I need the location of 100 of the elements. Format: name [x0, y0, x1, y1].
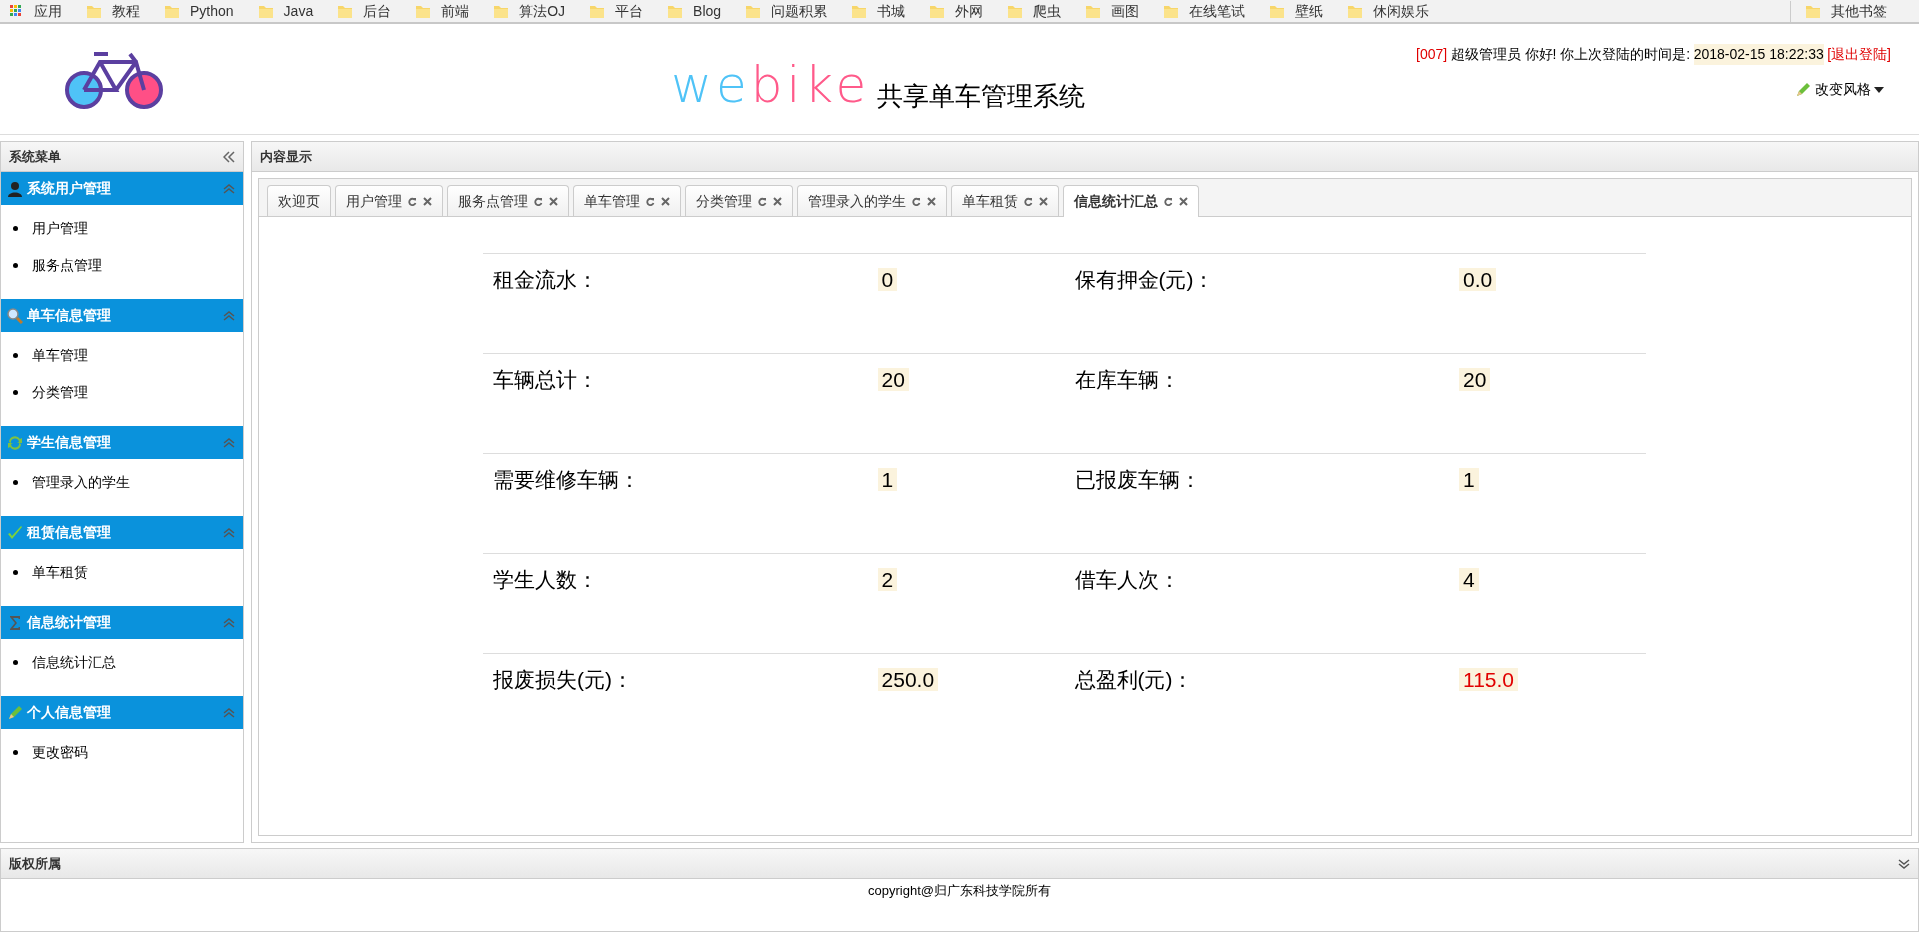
caret-icon	[1874, 86, 1884, 93]
stat-label: 车辆总计：	[492, 367, 599, 393]
folder-icon	[1163, 3, 1180, 19]
refresh-icon	[7, 434, 23, 451]
folder-icon	[164, 3, 180, 19]
close-icon[interactable]	[661, 196, 670, 206]
stat-value: 250.0	[877, 668, 939, 691]
refresh-icon[interactable]	[646, 196, 655, 206]
bookmark[interactable]: 后台	[337, 0, 392, 22]
tab[interactable]: 欢迎页	[267, 185, 331, 216]
tab[interactable]: 信息统计汇总	[1063, 185, 1199, 217]
bookmark[interactable]: 画图	[1085, 0, 1140, 22]
bookmark[interactable]: 壁纸	[1269, 0, 1324, 22]
bookmark[interactable]: 算法OJ	[493, 0, 566, 22]
close-icon[interactable]	[549, 196, 558, 206]
collapse-sidebar-icon[interactable]	[223, 150, 235, 163]
menu-item[interactable]: 更改密码	[32, 743, 88, 761]
menu-item[interactable]: 服务点管理	[32, 256, 102, 274]
close-icon[interactable]	[927, 196, 936, 206]
refresh-icon[interactable]	[1024, 196, 1033, 206]
close-icon[interactable]	[423, 196, 432, 206]
bullet-icon	[13, 480, 18, 485]
search-icon	[7, 307, 23, 324]
stat-value: 115.0	[1459, 668, 1519, 691]
menu-item[interactable]: 单车管理	[32, 346, 88, 364]
folder-icon	[1805, 3, 1821, 19]
tab[interactable]: 单车租赁	[951, 185, 1059, 216]
bookmark[interactable]: 休闲娱乐	[1347, 0, 1430, 22]
refresh-icon[interactable]	[408, 196, 417, 206]
folder-icon	[851, 3, 868, 19]
theme-menu[interactable]: 改变风格	[1795, 79, 1884, 100]
theme-menu-label: 改变风格	[1814, 80, 1871, 99]
close-icon[interactable]	[773, 196, 782, 206]
refresh-icon[interactable]	[758, 196, 767, 206]
folder-icon	[929, 3, 946, 19]
system-title: 共享单车管理系统	[877, 79, 1086, 113]
pencil-icon	[7, 704, 23, 721]
folder-icon	[493, 3, 510, 19]
stat-value: 1	[1459, 468, 1479, 491]
stat-value: 20	[1459, 368, 1491, 391]
bookmark[interactable]: Python	[164, 0, 234, 22]
bookmark[interactable]: 教程	[86, 0, 140, 22]
tab[interactable]: 服务点管理	[447, 185, 569, 216]
folder-icon	[257, 3, 274, 19]
folder-icon	[1269, 3, 1286, 19]
menu-item[interactable]: 信息统计汇总	[32, 653, 116, 671]
bullet-icon	[13, 570, 18, 575]
stat-label: 需要维修车辆：	[492, 467, 641, 493]
tab[interactable]: 单车管理	[573, 185, 681, 216]
stat-label: 借车人次：	[1073, 567, 1181, 593]
bookmark[interactable]: 其他书签	[1790, 0, 1887, 22]
bookmark[interactable]: Blog	[667, 0, 722, 22]
bullet-icon	[13, 226, 18, 231]
stat-value: 2	[877, 568, 898, 591]
folder-icon	[667, 3, 684, 19]
folder-icon	[1347, 3, 1364, 19]
menu-item[interactable]: 用户管理	[32, 219, 88, 237]
sigma-icon	[7, 614, 23, 631]
menu-item[interactable]: 管理录入的学生	[32, 473, 130, 491]
user-icon	[7, 180, 23, 197]
bookmark[interactable]: 问题积累	[745, 0, 828, 22]
folder-icon	[337, 3, 354, 19]
bookmark[interactable]: Java	[257, 0, 314, 22]
greeting-text: 超级管理员 你好! 你上次登陆的时间是:	[1450, 45, 1691, 64]
tab[interactable]: 用户管理	[335, 185, 443, 216]
folder-icon	[415, 3, 432, 19]
bookmark[interactable]: 爬虫	[1007, 0, 1062, 22]
bookmark[interactable]: 书城	[851, 0, 906, 22]
bookmark[interactable]: 应用	[8, 0, 62, 22]
bookmark[interactable]: 外网	[929, 0, 984, 22]
refresh-icon[interactable]	[1164, 197, 1173, 206]
menu-item[interactable]: 单车租赁	[32, 563, 88, 581]
bookmark[interactable]: 在线笔试	[1163, 0, 1246, 22]
bullet-icon	[13, 660, 18, 665]
stat-label: 报废损失(元)：	[492, 667, 634, 693]
bookmark[interactable]: 前端	[415, 0, 470, 22]
stat-label: 学生人数：	[492, 567, 599, 593]
stat-label: 租金流水：	[492, 267, 599, 293]
stat-value: 4	[1459, 568, 1479, 591]
stat-label: 在库车辆：	[1073, 367, 1181, 393]
logout-link[interactable]: [退出登陆]	[1827, 44, 1891, 65]
expand-icon[interactable]	[1898, 856, 1910, 871]
check-icon	[7, 524, 23, 541]
user-id: [007]	[1416, 45, 1448, 64]
pencil-icon	[1795, 81, 1811, 98]
last-login-time: 2018-02-15 18:22:33	[1693, 44, 1824, 65]
tab[interactable]: 分类管理	[685, 185, 793, 216]
close-icon[interactable]	[1039, 196, 1048, 206]
stat-label: 总盈利(元)：	[1073, 667, 1195, 693]
tab[interactable]: 管理录入的学生	[797, 185, 947, 216]
bookmark[interactable]: 平台	[589, 0, 644, 22]
folder-icon	[589, 3, 606, 19]
menu-item[interactable]: 分类管理	[32, 383, 88, 401]
stat-value: 1	[877, 468, 898, 491]
folder-icon	[1007, 3, 1024, 19]
bullet-icon	[13, 263, 18, 268]
refresh-icon[interactable]	[912, 196, 921, 206]
refresh-icon[interactable]	[534, 196, 543, 206]
close-icon[interactable]	[1179, 197, 1188, 206]
sidebar-title: 系统菜单	[9, 147, 61, 166]
